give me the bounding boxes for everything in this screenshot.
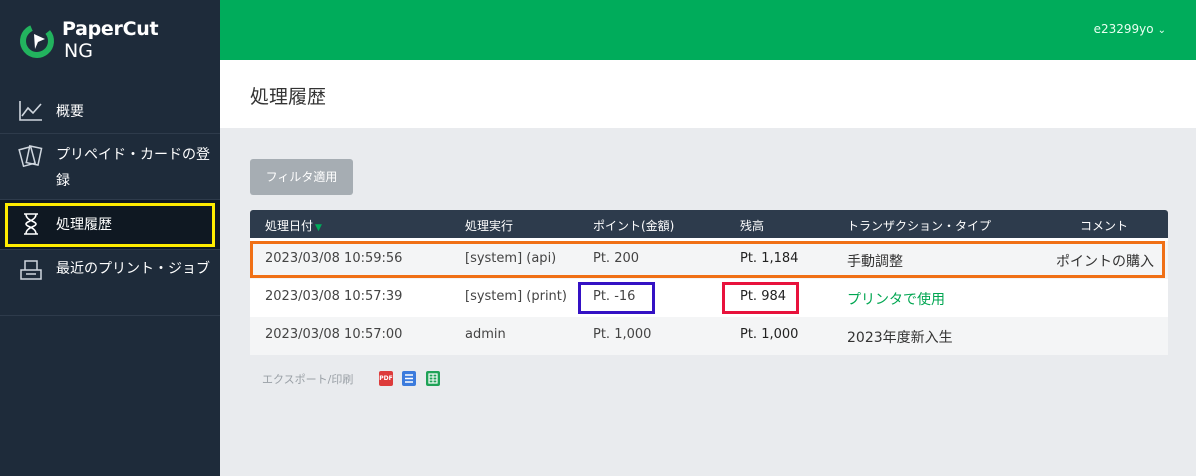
sidebar-item-prepaid-card[interactable]: プリペイド・カードの登録 — [0, 134, 220, 200]
table-header: 処理日付 ▼ 処理実行 ポイント(金額) 残高 トランザクション・タイプ コメント — [250, 210, 1168, 238]
highlight-box-amount — [578, 282, 655, 314]
cell-date: 2023/03/08 10:57:39 — [265, 289, 403, 304]
logo-text: PaperCut — [62, 18, 159, 40]
papercut-logo-icon — [20, 24, 54, 58]
cell-amount: Pt. 1,000 — [593, 327, 652, 342]
papercut-logo[interactable]: PaperCut NG — [18, 18, 208, 64]
column-header-amount[interactable]: ポイント(金額) — [593, 217, 674, 234]
cards-icon — [18, 145, 43, 168]
sidebar-item-label: 最近のプリント・ジョブ — [56, 261, 210, 277]
cell-actor: admin — [465, 327, 506, 342]
page-title: 処理履歴 — [250, 86, 327, 108]
page-header: 処理履歴 — [220, 60, 1196, 128]
cell-date: 2023/03/08 10:57:00 — [265, 327, 403, 342]
column-header-label: 処理日付 — [265, 219, 314, 233]
hourglass-icon — [24, 213, 38, 235]
highlight-box-balance — [722, 282, 799, 314]
sidebar-item-overview[interactable]: 概要 — [0, 90, 220, 134]
table-row: 2023/03/08 10:57:39 [system] (print) Pt.… — [250, 279, 1168, 317]
sidebar: PaperCut NG 概要 プリペイド・カードの登録 処理履歴 最近のプリント… — [0, 0, 220, 476]
spreadsheet-icon[interactable] — [426, 371, 440, 386]
chevron-down-icon: ⌄ — [1157, 25, 1166, 36]
logo-subtext: NG — [64, 40, 93, 62]
cell-type: プリンタで使用 — [847, 292, 945, 308]
chart-line-icon — [19, 101, 42, 121]
list-export-icon[interactable] — [402, 371, 416, 386]
sidebar-item-label: 概要 — [56, 104, 84, 120]
column-header-type[interactable]: トランザクション・タイプ — [847, 217, 991, 234]
column-header-date[interactable]: 処理日付 ▼ — [265, 217, 322, 234]
export-label: エクスポート/印刷 — [262, 373, 354, 386]
column-header-comment[interactable]: コメント — [1080, 217, 1128, 234]
cell-actor: [system] (print) — [465, 289, 567, 304]
top-bar: e23299yo ⌄ — [220, 0, 1196, 60]
cell-balance: Pt. 1,000 — [740, 327, 799, 342]
highlight-box-row — [250, 241, 1165, 278]
sort-desc-icon: ▼ — [315, 223, 322, 233]
sidebar-item-history[interactable]: 処理履歴 — [0, 200, 220, 250]
sidebar-nav: 概要 プリペイド・カードの登録 処理履歴 最近のプリント・ジョブ — [0, 90, 220, 316]
column-header-actor[interactable]: 処理実行 — [465, 217, 513, 234]
sidebar-item-recent-print-jobs[interactable]: 最近のプリント・ジョブ — [0, 250, 220, 316]
pdf-icon[interactable]: PDF — [379, 371, 393, 386]
transaction-table: 処理日付 ▼ 処理実行 ポイント(金額) 残高 トランザクション・タイプ コメント… — [250, 210, 1168, 355]
apply-filter-button[interactable]: フィルタ適用 — [250, 159, 353, 195]
user-menu[interactable]: e23299yo ⌄ — [1094, 22, 1166, 36]
cell-type: 2023年度新入生 — [847, 330, 953, 346]
sidebar-item-label: プリペイド・カードの登録 — [56, 147, 210, 189]
sidebar-item-label: 処理履歴 — [56, 217, 112, 233]
username: e23299yo — [1093, 22, 1154, 36]
column-header-balance[interactable]: 残高 — [740, 217, 764, 234]
printer-tray-icon — [20, 260, 42, 280]
table-row: 2023/03/08 10:57:00 admin Pt. 1,000 Pt. … — [250, 317, 1168, 355]
